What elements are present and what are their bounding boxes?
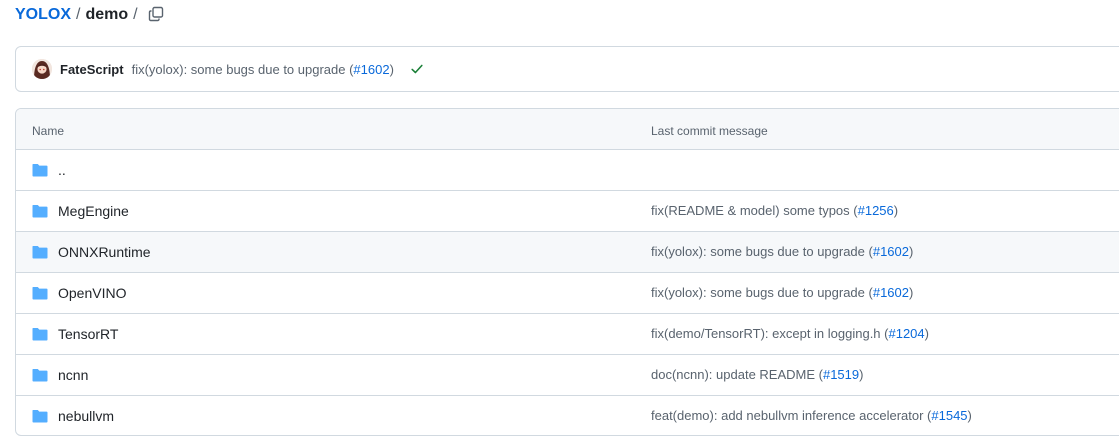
folder-icon: [32, 164, 48, 177]
commit-status[interactable]: [410, 62, 424, 76]
column-header-name: Name: [32, 124, 65, 138]
table-row[interactable]: nebullvm feat(demo): add nebullvm inferen…: [16, 396, 1119, 435]
file-name-link[interactable]: ncnn: [58, 367, 88, 383]
row-commit-message[interactable]: feat(demo): add nebullvm inference accel…: [651, 408, 972, 423]
copy-path-button[interactable]: [146, 4, 166, 24]
breadcrumb-repo-link[interactable]: YOLOX: [15, 6, 71, 24]
file-name-link[interactable]: ONNXRuntime: [58, 244, 151, 260]
row-pr-link[interactable]: #1519: [823, 367, 859, 382]
check-icon: [411, 64, 423, 74]
row-pr-link[interactable]: #1204: [888, 326, 924, 341]
file-name-link[interactable]: nebullvm: [58, 408, 114, 424]
table-row[interactable]: ONNXRuntime fix(yolox): some bugs due to …: [16, 232, 1119, 273]
file-name-link[interactable]: ..: [58, 162, 66, 178]
file-name-link[interactable]: OpenVINO: [58, 285, 126, 301]
row-pr-link[interactable]: #1256: [858, 203, 894, 218]
folder-icon: [32, 369, 48, 382]
row-commit-message[interactable]: fix(README & model) some typos (#1256): [651, 203, 898, 218]
breadcrumb-separator: /: [133, 6, 138, 23]
file-table-header: Name Last commit message: [16, 109, 1119, 150]
avatar[interactable]: [32, 59, 52, 79]
copy-icon: [148, 6, 164, 22]
row-commit-message[interactable]: fix(yolox): some bugs due to upgrade (#1…: [651, 244, 913, 259]
row-commit-message[interactable]: fix(demo/TensorRT): except in logging.h …: [651, 326, 929, 341]
commit-pr-link[interactable]: #1602: [353, 62, 389, 77]
folder-icon: [32, 410, 48, 423]
folder-icon: [32, 246, 48, 259]
table-row[interactable]: TensorRT fix(demo/TensorRT): except in lo…: [16, 314, 1119, 355]
table-row[interactable]: MegEngine fix(README & model) some typos …: [16, 191, 1119, 232]
breadcrumb: YOLOX / demo /: [15, 5, 143, 25]
file-name-link[interactable]: TensorRT: [58, 326, 118, 342]
table-row[interactable]: ..: [16, 150, 1119, 191]
row-commit-message[interactable]: doc(ncnn): update README (#1519): [651, 367, 863, 382]
table-row[interactable]: OpenVINO fix(yolox): some bugs due to upg…: [16, 273, 1119, 314]
folder-icon: [32, 328, 48, 341]
row-commit-message[interactable]: fix(yolox): some bugs due to upgrade (#1…: [651, 285, 913, 300]
commit-message[interactable]: fix(yolox): some bugs due to upgrade (#1…: [132, 62, 394, 77]
row-pr-link[interactable]: #1602: [873, 244, 909, 259]
breadcrumb-separator: /: [76, 6, 81, 23]
folder-icon: [32, 205, 48, 218]
file-table: Name Last commit message .. MegEngine fix(…: [15, 108, 1119, 436]
file-name-link[interactable]: MegEngine: [58, 203, 129, 219]
commit-author[interactable]: FateScript: [60, 62, 124, 77]
latest-commit-bar: FateScript fix(yolox): some bugs due to …: [15, 46, 1119, 92]
table-row[interactable]: ncnn doc(ncnn): update README (#1519): [16, 355, 1119, 396]
folder-icon: [32, 287, 48, 300]
column-header-message: Last commit message: [651, 124, 768, 138]
row-pr-link[interactable]: #1602: [873, 285, 909, 300]
row-pr-link[interactable]: #1545: [931, 408, 967, 423]
breadcrumb-current-dir: demo: [85, 6, 129, 23]
